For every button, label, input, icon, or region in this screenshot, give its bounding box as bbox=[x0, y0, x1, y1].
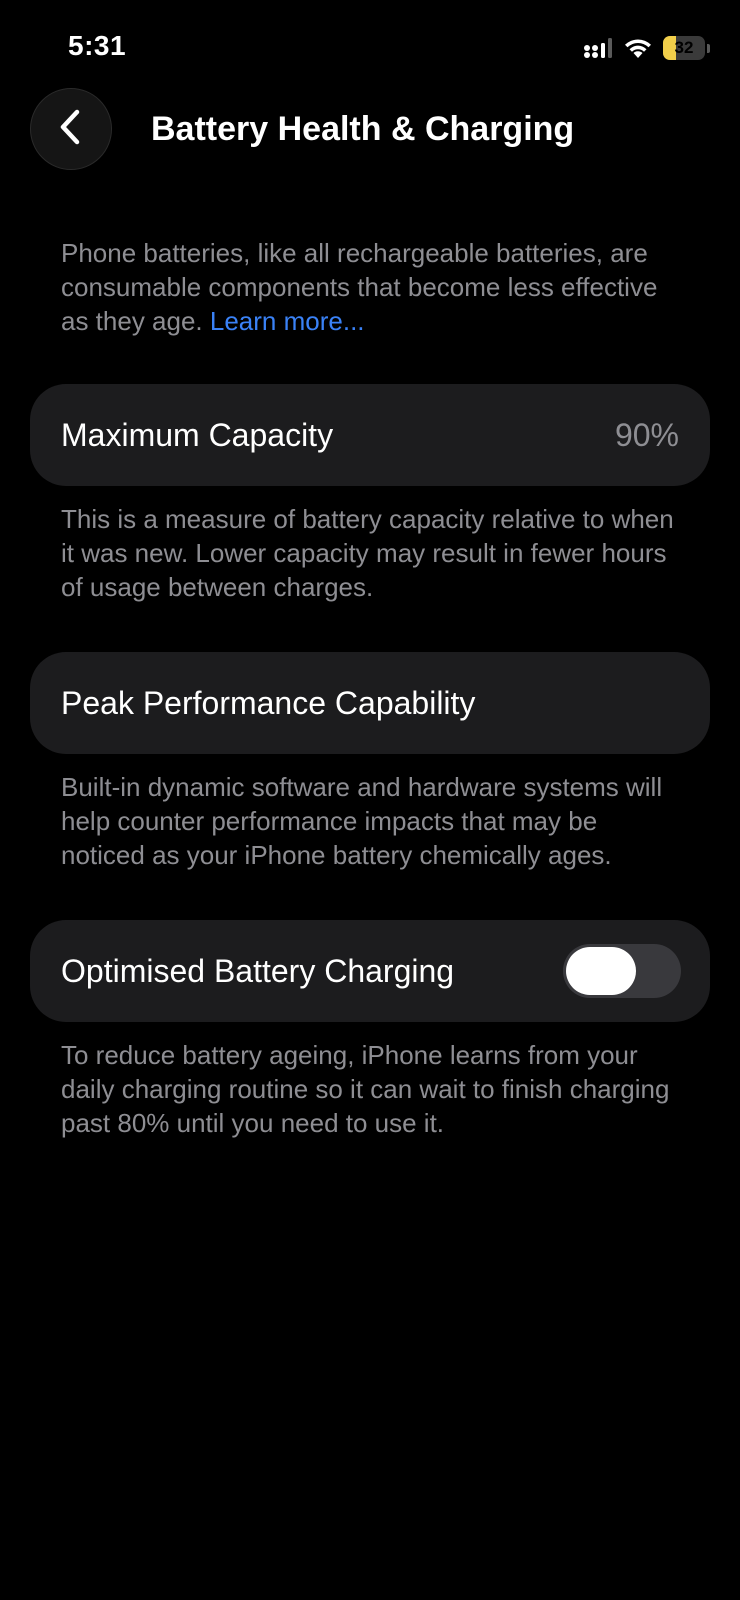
optimised-charging-label: Optimised Battery Charging bbox=[61, 952, 455, 989]
settings-content: Phone batteries, like all rechargeable b… bbox=[30, 236, 710, 1188]
battery-cap bbox=[707, 43, 710, 53]
battery-level: 32 bbox=[674, 38, 694, 57]
optimised-charging-note: To reduce battery ageing, iPhone learns … bbox=[61, 1040, 670, 1138]
battery-body: 32 bbox=[663, 36, 705, 60]
peak-performance-note: Built-in dynamic software and hardware s… bbox=[61, 772, 663, 870]
maximum-capacity-note: This is a measure of battery capacity re… bbox=[61, 504, 674, 602]
peak-performance-label: Peak Performance Capability bbox=[61, 684, 476, 721]
wifi-icon bbox=[623, 37, 653, 59]
status-icons: 32 bbox=[583, 34, 710, 62]
optimised-charging-toggle[interactable] bbox=[563, 944, 681, 998]
maximum-capacity-value: 90% bbox=[614, 416, 679, 453]
cellular-signal-icon bbox=[583, 37, 613, 59]
nav-bar: Battery Health & Charging bbox=[0, 88, 740, 172]
learn-more-link[interactable]: Learn more... bbox=[210, 306, 365, 336]
back-button[interactable] bbox=[30, 88, 112, 170]
maximum-capacity-label: Maximum Capacity bbox=[61, 416, 334, 453]
status-time: 5:31 bbox=[68, 30, 127, 61]
battery-icon: 32 bbox=[663, 36, 710, 60]
maximum-capacity-row: Maximum Capacity 90% bbox=[30, 384, 710, 486]
toggle-knob[interactable] bbox=[566, 947, 636, 995]
chevron-left-icon bbox=[56, 107, 86, 152]
optimised-charging-row: Optimised Battery Charging bbox=[30, 920, 710, 1022]
status-bar: 5:31 32 bbox=[0, 0, 740, 96]
peak-performance-row: Peak Performance Capability bbox=[30, 652, 710, 754]
page-title: Battery Health & Charging bbox=[151, 110, 575, 148]
intro-text: Phone batteries, like all rechargeable b… bbox=[30, 236, 710, 338]
